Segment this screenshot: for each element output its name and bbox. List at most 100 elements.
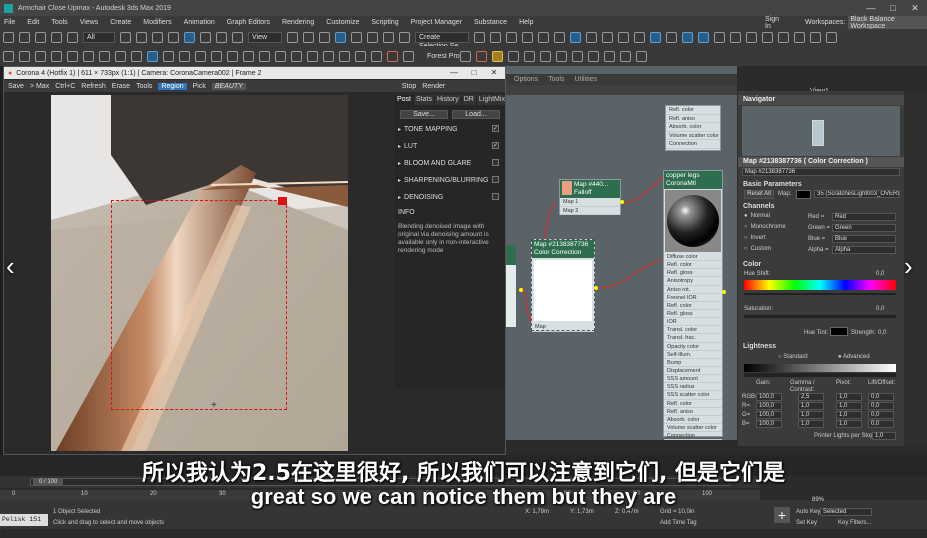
lightness-slider[interactable] [744, 373, 896, 377]
tool-16-icon[interactable] [243, 50, 254, 62]
plugin-tool-10-icon[interactable] [603, 50, 615, 62]
material-slot[interactable]: Aniso rot. [664, 286, 722, 294]
redo-icon[interactable] [19, 32, 30, 43]
material-slot[interactable]: IOR [664, 318, 722, 327]
material-slot[interactable]: Anisotropy [664, 277, 722, 286]
plugin-tool-8-icon[interactable] [571, 50, 583, 62]
hue-tint-swatch[interactable] [830, 327, 848, 336]
minimize-button[interactable]: — [860, 0, 882, 16]
move-icon[interactable] [184, 32, 195, 43]
falloff-slot[interactable]: Map 2 [560, 207, 620, 215]
corona-sky-icon[interactable] [794, 32, 805, 43]
fb-render-button[interactable]: Render [422, 83, 445, 90]
edit-named-sets-icon[interactable] [399, 32, 410, 43]
tool-12-icon[interactable] [179, 50, 190, 62]
tool-19-icon[interactable] [291, 50, 302, 62]
section-lut[interactable]: ▸ LUT ✓ [398, 140, 502, 152]
tab-dr[interactable]: DR [462, 95, 477, 105]
corona-scatter-icon[interactable] [746, 32, 757, 43]
hue-shift-value[interactable]: 0,0 [876, 271, 884, 277]
corona-x-icon[interactable] [650, 32, 661, 43]
material-slot[interactable]: Volume scatter color [664, 424, 722, 433]
lightness-value-field[interactable]: 100,0 [756, 402, 782, 410]
tool-24-icon[interactable] [371, 50, 382, 62]
select-object-icon[interactable] [120, 32, 131, 43]
tool-2-icon[interactable] [19, 50, 30, 62]
close-button[interactable]: ✕ [904, 0, 926, 16]
tool-26-icon[interactable] [403, 50, 414, 62]
material-slot[interactable]: Refl. gloss [664, 310, 722, 319]
unlink-icon[interactable] [51, 32, 62, 43]
next-arrow-icon[interactable]: › [904, 253, 913, 279]
menu-item-tools[interactable]: Tools [51, 19, 67, 26]
material-node-partial[interactable]: Refl. color Refl. aniso Absorb. color Volum… [665, 105, 721, 151]
lightness-value-field[interactable]: 0,0 [868, 393, 894, 401]
forest-pro-button[interactable]: Forest Pro [427, 53, 460, 60]
material-slot[interactable]: Diffuse color [664, 253, 722, 262]
channel-mode-radio[interactable]: ● Normal [744, 213, 770, 219]
angle-snap-icon[interactable] [351, 32, 362, 43]
fb-maximize-button[interactable]: □ [464, 67, 484, 79]
fb-minimize-button[interactable]: — [444, 67, 464, 79]
map-name-field[interactable]: Map #2138387736 [742, 168, 900, 176]
tool-20-icon[interactable] [307, 50, 318, 62]
fb-channel-select[interactable]: BEAUTY [211, 82, 246, 90]
corona-light-icon[interactable] [698, 32, 709, 43]
corona-toolbox-icon[interactable] [826, 32, 837, 43]
section-sharpening[interactable]: ▸ SHARPENING/BLURRING [398, 174, 502, 186]
fb-close-button[interactable]: ✕ [484, 67, 504, 79]
reference-coordinate-dropdown[interactable]: View [248, 32, 282, 43]
menu-item-customize[interactable]: Customize [326, 19, 359, 26]
color-correction-node[interactable]: Map #2138387736 Color Correction Map [531, 239, 595, 332]
material-slot[interactable]: Absorb. color [664, 416, 722, 424]
percent-snap-icon[interactable] [367, 32, 378, 43]
corona-sun-icon[interactable] [778, 32, 789, 43]
plugin-tool-1-icon[interactable] [459, 50, 471, 62]
post-load-button[interactable]: Load... [452, 110, 500, 119]
channel-mode-radio[interactable]: ○ Custom [744, 246, 771, 252]
place-icon[interactable] [232, 32, 243, 43]
plugin-tool-12-icon[interactable] [635, 50, 647, 62]
spinner-snap-icon[interactable] [383, 32, 394, 43]
strength-value[interactable]: 0,0 [878, 330, 886, 336]
tool-11-icon[interactable] [163, 50, 174, 62]
render-production-icon[interactable] [618, 32, 629, 43]
fb-region-button[interactable]: Region [158, 82, 187, 90]
channel-map-dropdown[interactable]: Blue [832, 235, 896, 243]
reset-all-button[interactable]: Reset All [744, 190, 774, 199]
menu-item-modifiers[interactable]: Modifiers [143, 19, 171, 26]
plugin-tool-6-icon[interactable] [539, 50, 551, 62]
falloff-slot[interactable]: Map 1 [560, 198, 620, 207]
tool-21-icon[interactable] [323, 50, 334, 62]
undo-icon[interactable] [3, 32, 14, 43]
maximize-button[interactable]: □ [882, 0, 904, 16]
corona-converter-icon[interactable] [810, 32, 821, 43]
tool-5-icon[interactable] [67, 50, 78, 62]
menu-item-scripting[interactable]: Scripting [371, 19, 398, 26]
menu-item-create[interactable]: Create [110, 19, 131, 26]
material-slot[interactable]: Refl. color [664, 400, 722, 408]
socket-dot[interactable] [594, 286, 598, 290]
bloom-checkbox[interactable] [492, 159, 499, 166]
material-slot[interactable]: SSS radius [664, 383, 722, 392]
saturation-value[interactable]: 0,0 [876, 306, 884, 312]
tab-history[interactable]: History [435, 95, 462, 105]
toggle-ribbon-icon[interactable] [522, 32, 533, 43]
plugin-tool-4-icon[interactable] [507, 50, 519, 62]
navigator-view[interactable] [742, 106, 900, 156]
scale-icon[interactable] [216, 32, 227, 43]
lightness-value-field[interactable]: 1,0 [836, 411, 862, 419]
material-slot[interactable]: Refl. color [664, 261, 722, 270]
tab-stats[interactable]: Stats [414, 95, 435, 105]
corona-xl-icon[interactable] [682, 32, 693, 43]
post-save-button[interactable]: Save... [400, 110, 448, 119]
material-slot[interactable]: Transl. color [664, 326, 722, 335]
lightness-value-field[interactable]: 1,0 [836, 393, 862, 401]
plugin-tool-2-icon[interactable] [475, 50, 487, 62]
render-setup-icon[interactable] [586, 32, 597, 43]
saturation-slider[interactable] [744, 315, 896, 318]
falloff-node[interactable]: Map #440... Falloff Map 1 Map 2 [559, 179, 621, 215]
material-slot[interactable]: Volume scatter color [666, 132, 720, 140]
sharpening-checkbox[interactable] [492, 176, 499, 183]
workspace-dropdown[interactable]: Black Balance Workspace [848, 15, 927, 30]
